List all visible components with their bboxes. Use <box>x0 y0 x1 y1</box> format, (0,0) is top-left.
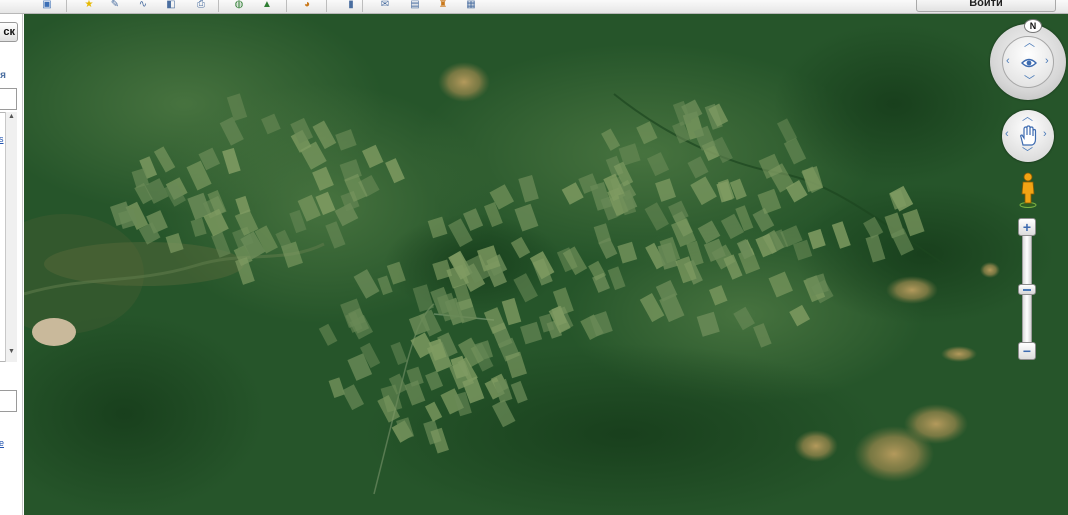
pan-up-icon[interactable]: ︿ <box>1022 112 1033 123</box>
toolbar-separator <box>66 0 67 12</box>
street-view-pegman-icon[interactable] <box>1016 172 1040 208</box>
look-right-icon[interactable]: › <box>1045 56 1049 67</box>
email-icon[interactable]: ✉ <box>374 0 396 14</box>
satellite-imagery <box>24 14 1068 515</box>
planet-icon[interactable]: ◕ <box>296 0 318 14</box>
look-control[interactable]: ︿ ﹀ ‹ › <box>990 24 1066 100</box>
second-link[interactable]: e <box>0 438 4 448</box>
hand-icon <box>1020 125 1037 146</box>
panel-section-label: ия <box>0 70 6 81</box>
layers-icon[interactable]: ◧ <box>160 0 182 14</box>
pan-right-icon[interactable]: › <box>1043 129 1047 140</box>
globe-icon[interactable]: ◍ <box>228 0 250 14</box>
look-down-icon[interactable]: ﹀ <box>1024 76 1035 87</box>
zoom-slider-thumb[interactable] <box>1018 284 1036 295</box>
toolbar-separator <box>286 0 287 12</box>
image-icon[interactable]: ▦ <box>460 0 482 14</box>
photo-icon[interactable]: ▲ <box>256 0 278 14</box>
street-view-icon[interactable]: ♜ <box>432 0 454 14</box>
google-earth-window: ▣ ★ ✎ ∿ ◧ ⎙ ◍ ▲ ◕ ▮ ✉ ▤ ♜ ▦ Войти ск ия s ▲ ▼ e <box>0 0 1068 515</box>
pan-left-icon[interactable]: ‹ <box>1005 129 1009 140</box>
eye-icon <box>1021 58 1037 68</box>
pan-down-icon[interactable]: ﹀ <box>1022 148 1033 159</box>
search-input[interactable] <box>0 88 17 110</box>
second-input[interactable] <box>0 390 17 412</box>
print-icon[interactable]: ⎙ <box>190 0 212 14</box>
toolbar-separator <box>218 0 219 12</box>
scroll-up-icon[interactable]: ▲ <box>6 113 17 120</box>
search-button[interactable]: ск <box>0 22 18 42</box>
toolbar-separator <box>326 0 327 12</box>
save-image-icon[interactable]: ▤ <box>404 0 426 14</box>
panel-toggle-icon[interactable]: ▣ <box>36 0 58 14</box>
pan-control[interactable]: ︿ ﹀ ‹ › <box>1002 110 1054 162</box>
look-joystick[interactable]: ︿ ﹀ ‹ › <box>1002 36 1054 88</box>
toolbar-separator <box>362 0 363 12</box>
ruler-icon[interactable]: ▮ <box>340 0 362 14</box>
pencil-icon[interactable]: ✎ <box>104 0 126 14</box>
login-button[interactable]: Войти <box>916 0 1056 12</box>
toolbar: ▣ ★ ✎ ∿ ◧ ⎙ ◍ ▲ ◕ ▮ ✉ ▤ ♜ ▦ Войти <box>0 0 1068 14</box>
places-link[interactable]: s <box>0 134 4 144</box>
look-up-icon[interactable]: ︿ <box>1024 38 1035 49</box>
zoom-out-button[interactable]: − <box>1018 342 1036 360</box>
zoom-in-button[interactable]: + <box>1018 218 1036 236</box>
look-left-icon[interactable]: ‹ <box>1006 56 1010 67</box>
scroll-down-icon[interactable]: ▼ <box>6 348 17 355</box>
north-indicator[interactable]: N <box>1024 19 1042 33</box>
places-scrollbar[interactable]: ▲ ▼ <box>5 112 17 362</box>
star-icon[interactable]: ★ <box>78 0 100 14</box>
left-panel: ск ия s ▲ ▼ e <box>0 14 23 515</box>
satellite-map[interactable]: ︿ ﹀ ‹ › N ︿ ﹀ ‹ › + − <box>24 14 1068 515</box>
path-icon[interactable]: ∿ <box>132 0 154 14</box>
